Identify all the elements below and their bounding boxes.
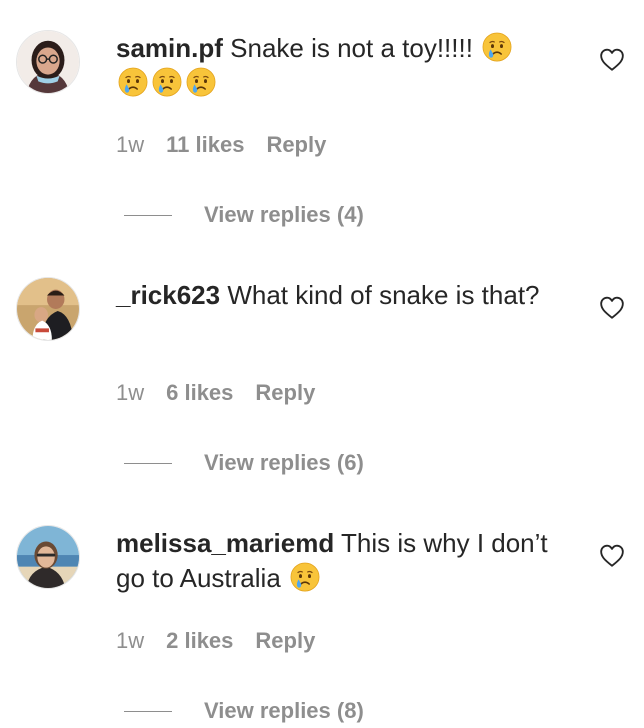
- likes-count[interactable]: 11 likes: [166, 132, 244, 157]
- like-heart-icon[interactable]: [598, 295, 626, 321]
- view-replies-button[interactable]: View replies (4): [124, 202, 364, 228]
- reply-button[interactable]: Reply: [266, 132, 326, 157]
- reply-button[interactable]: Reply: [255, 628, 315, 653]
- comment-time: 1w: [116, 132, 145, 157]
- view-replies-label[interactable]: View replies (8): [204, 698, 364, 723]
- comment-meta: 1w 6 likes Reply: [116, 380, 337, 406]
- likes-count[interactable]: 6 likes: [166, 380, 233, 405]
- crying-face-emoji: [152, 67, 182, 97]
- username[interactable]: melissa_mariemd: [116, 528, 334, 558]
- view-replies-button[interactable]: View replies (8): [124, 698, 364, 724]
- comment-text: samin.pf Snake is not a toy!!!!!: [116, 31, 571, 101]
- crying-face-emoji: [482, 32, 512, 62]
- avatar[interactable]: [16, 277, 80, 341]
- comment-body: What kind of snake is that?: [227, 280, 540, 310]
- likes-count[interactable]: 2 likes: [166, 628, 233, 653]
- reply-button[interactable]: Reply: [255, 380, 315, 405]
- like-heart-icon[interactable]: [598, 47, 626, 73]
- avatar[interactable]: [16, 30, 80, 94]
- crying-face-emoji: [186, 67, 216, 97]
- comment-text: _rick623 What kind of snake is that?: [116, 278, 571, 313]
- comment-meta: 1w 11 likes Reply: [116, 132, 348, 158]
- username[interactable]: _rick623: [116, 280, 220, 310]
- crying-face-emoji: [290, 562, 320, 592]
- divider-line: [124, 462, 172, 464]
- comment-time: 1w: [116, 628, 145, 653]
- comment-text: melissa_mariemd This is why I don’t go t…: [116, 526, 571, 596]
- username[interactable]: samin.pf: [116, 33, 223, 63]
- divider-line: [124, 710, 172, 712]
- view-replies-label[interactable]: View replies (4): [204, 202, 364, 227]
- crying-face-emoji: [118, 67, 148, 97]
- avatar[interactable]: [16, 525, 80, 589]
- comment-body: Snake is not a toy!!!!!: [230, 33, 473, 63]
- comment-time: 1w: [116, 380, 145, 405]
- comment-meta: 1w 2 likes Reply: [116, 628, 337, 654]
- divider-line: [124, 214, 172, 216]
- like-heart-icon[interactable]: [598, 543, 626, 569]
- view-replies-button[interactable]: View replies (6): [124, 450, 364, 476]
- view-replies-label[interactable]: View replies (6): [204, 450, 364, 475]
